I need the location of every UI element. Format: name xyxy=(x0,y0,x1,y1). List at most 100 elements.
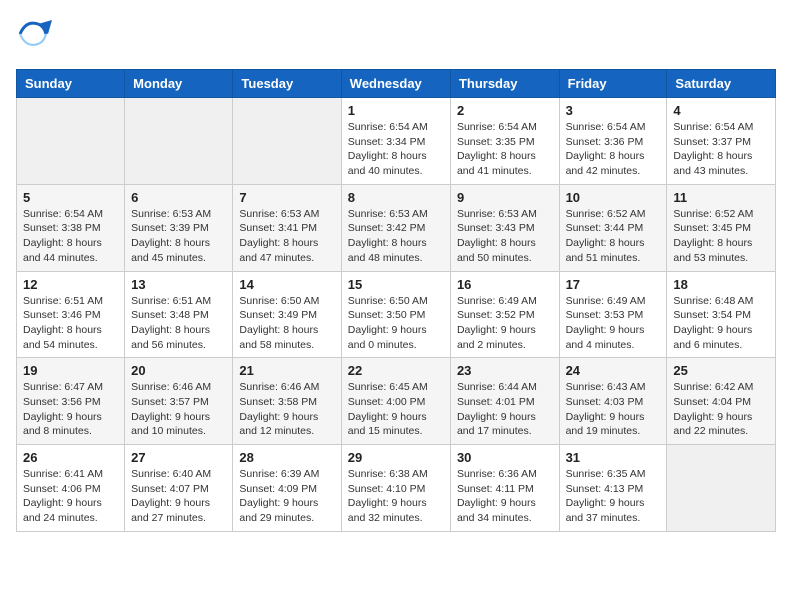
day-number: 10 xyxy=(566,190,661,205)
day-info: Sunrise: 6:54 AMSunset: 3:38 PMDaylight:… xyxy=(23,207,118,266)
day-number: 11 xyxy=(673,190,769,205)
calendar-cell: 21Sunrise: 6:46 AMSunset: 3:58 PMDayligh… xyxy=(233,358,341,445)
day-info: Sunrise: 6:54 AMSunset: 3:35 PMDaylight:… xyxy=(457,120,553,179)
calendar-cell: 28 Sunrise: 6:39 AMSunset: 4:09 PMDayligh… xyxy=(233,445,341,532)
calendar-week-row: 1 Sunrise: 6:54 AMSunset: 3:34 PMDaylight… xyxy=(17,98,776,185)
logo-icon xyxy=(16,16,56,57)
day-number: 15 xyxy=(348,277,444,292)
calendar-day-header: Saturday xyxy=(667,70,776,98)
day-info: Sunrise: 6:52 AMSunset: 3:44 PMDaylight:… xyxy=(566,207,661,266)
day-number: 8 xyxy=(348,190,444,205)
calendar-cell: 9Sunrise: 6:53 AMSunset: 3:43 PMDaylight… xyxy=(450,184,559,271)
calendar-cell: 13 Sunrise: 6:51 AMSunset: 3:48 PMDayligh… xyxy=(125,271,233,358)
day-info: Sunrise: 6:53 AMSunset: 3:43 PMDaylight:… xyxy=(457,207,553,266)
day-number: 30 xyxy=(457,450,553,465)
day-info: Sunrise: 6:49 AMSunset: 3:53 PMDaylight:… xyxy=(566,294,661,353)
day-number: 16 xyxy=(457,277,553,292)
calendar-cell xyxy=(125,98,233,185)
calendar-cell: 30 Sunrise: 6:36 AMSunset: 4:11 PMDayligh… xyxy=(450,445,559,532)
calendar-cell xyxy=(667,445,776,532)
calendar-cell: 18 Sunrise: 6:48 AMSunset: 3:54 PMDayligh… xyxy=(667,271,776,358)
day-info: Sunrise: 6:42 AMSunset: 4:04 PMDaylight:… xyxy=(673,380,769,439)
day-info: Sunrise: 6:50 AMSunset: 3:50 PMDaylight:… xyxy=(348,294,444,353)
day-info: Sunrise: 6:41 AMSunset: 4:06 PMDaylight:… xyxy=(23,467,118,526)
day-number: 19 xyxy=(23,363,118,378)
calendar-cell xyxy=(233,98,341,185)
day-number: 20 xyxy=(131,363,226,378)
calendar-day-header: Thursday xyxy=(450,70,559,98)
day-number: 5 xyxy=(23,190,118,205)
day-number: 22 xyxy=(348,363,444,378)
calendar-cell: 3 Sunrise: 6:54 AMSunset: 3:36 PMDaylight… xyxy=(559,98,667,185)
calendar-cell: 12Sunrise: 6:51 AMSunset: 3:46 PMDayligh… xyxy=(17,271,125,358)
day-info: Sunrise: 6:35 AMSunset: 4:13 PMDaylight:… xyxy=(566,467,661,526)
day-number: 13 xyxy=(131,277,226,292)
calendar-cell: 7Sunrise: 6:53 AMSunset: 3:41 PMDaylight… xyxy=(233,184,341,271)
day-info: Sunrise: 6:40 AMSunset: 4:07 PMDaylight:… xyxy=(131,467,226,526)
day-info: Sunrise: 6:49 AMSunset: 3:52 PMDaylight:… xyxy=(457,294,553,353)
logo xyxy=(16,16,60,57)
calendar-cell: 4Sunrise: 6:54 AMSunset: 3:37 PMDaylight… xyxy=(667,98,776,185)
calendar-cell: 17 Sunrise: 6:49 AMSunset: 3:53 PMDayligh… xyxy=(559,271,667,358)
day-number: 17 xyxy=(566,277,661,292)
day-info: Sunrise: 6:48 AMSunset: 3:54 PMDaylight:… xyxy=(673,294,769,353)
calendar-cell: 31 Sunrise: 6:35 AMSunset: 4:13 PMDayligh… xyxy=(559,445,667,532)
calendar-cell: 23Sunrise: 6:44 AMSunset: 4:01 PMDayligh… xyxy=(450,358,559,445)
calendar-cell xyxy=(17,98,125,185)
day-info: Sunrise: 6:54 AMSunset: 3:37 PMDaylight:… xyxy=(673,120,769,179)
day-info: Sunrise: 6:45 AMSunset: 4:00 PMDaylight:… xyxy=(348,380,444,439)
day-number: 18 xyxy=(673,277,769,292)
calendar-week-row: 19 Sunrise: 6:47 AMSunset: 3:56 PMDayligh… xyxy=(17,358,776,445)
day-number: 26 xyxy=(23,450,118,465)
day-info: Sunrise: 6:47 AMSunset: 3:56 PMDaylight:… xyxy=(23,380,118,439)
day-info: Sunrise: 6:36 AMSunset: 4:11 PMDaylight:… xyxy=(457,467,553,526)
calendar-day-header: Friday xyxy=(559,70,667,98)
day-info: Sunrise: 6:46 AMSunset: 3:58 PMDaylight:… xyxy=(239,380,334,439)
day-number: 24 xyxy=(566,363,661,378)
day-number: 27 xyxy=(131,450,226,465)
page-header xyxy=(16,16,776,57)
day-info: Sunrise: 6:44 AMSunset: 4:01 PMDaylight:… xyxy=(457,380,553,439)
calendar-cell: 25Sunrise: 6:42 AMSunset: 4:04 PMDayligh… xyxy=(667,358,776,445)
calendar-cell: 19 Sunrise: 6:47 AMSunset: 3:56 PMDayligh… xyxy=(17,358,125,445)
calendar-cell: 2 Sunrise: 6:54 AMSunset: 3:35 PMDaylight… xyxy=(450,98,559,185)
calendar-cell: 10 Sunrise: 6:52 AMSunset: 3:44 PMDayligh… xyxy=(559,184,667,271)
day-number: 14 xyxy=(239,277,334,292)
day-info: Sunrise: 6:38 AMSunset: 4:10 PMDaylight:… xyxy=(348,467,444,526)
day-info: Sunrise: 6:46 AMSunset: 3:57 PMDaylight:… xyxy=(131,380,226,439)
day-number: 31 xyxy=(566,450,661,465)
calendar-week-row: 26 Sunrise: 6:41 AMSunset: 4:06 PMDayligh… xyxy=(17,445,776,532)
calendar-week-row: 5 Sunrise: 6:54 AMSunset: 3:38 PMDaylight… xyxy=(17,184,776,271)
calendar-day-header: Tuesday xyxy=(233,70,341,98)
calendar-cell: 14 Sunrise: 6:50 AMSunset: 3:49 PMDayligh… xyxy=(233,271,341,358)
calendar-day-header: Wednesday xyxy=(341,70,450,98)
calendar-day-header: Sunday xyxy=(17,70,125,98)
day-info: Sunrise: 6:39 AMSunset: 4:09 PMDaylight:… xyxy=(239,467,334,526)
calendar-header-row: SundayMondayTuesdayWednesdayThursdayFrid… xyxy=(17,70,776,98)
calendar-cell: 27 Sunrise: 6:40 AMSunset: 4:07 PMDayligh… xyxy=(125,445,233,532)
calendar-table: SundayMondayTuesdayWednesdayThursdayFrid… xyxy=(16,69,776,532)
day-number: 1 xyxy=(348,103,444,118)
calendar-cell: 20 Sunrise: 6:46 AMSunset: 3:57 PMDayligh… xyxy=(125,358,233,445)
day-number: 6 xyxy=(131,190,226,205)
day-number: 2 xyxy=(457,103,553,118)
day-number: 3 xyxy=(566,103,661,118)
day-number: 29 xyxy=(348,450,444,465)
calendar-cell: 16 Sunrise: 6:49 AMSunset: 3:52 PMDayligh… xyxy=(450,271,559,358)
day-info: Sunrise: 6:50 AMSunset: 3:49 PMDaylight:… xyxy=(239,294,334,353)
day-info: Sunrise: 6:53 AMSunset: 3:39 PMDaylight:… xyxy=(131,207,226,266)
day-info: Sunrise: 6:51 AMSunset: 3:48 PMDaylight:… xyxy=(131,294,226,353)
day-info: Sunrise: 6:43 AMSunset: 4:03 PMDaylight:… xyxy=(566,380,661,439)
day-info: Sunrise: 6:54 AMSunset: 3:34 PMDaylight:… xyxy=(348,120,444,179)
day-number: 7 xyxy=(239,190,334,205)
day-number: 28 xyxy=(239,450,334,465)
calendar-week-row: 12Sunrise: 6:51 AMSunset: 3:46 PMDayligh… xyxy=(17,271,776,358)
day-info: Sunrise: 6:52 AMSunset: 3:45 PMDaylight:… xyxy=(673,207,769,266)
day-number: 12 xyxy=(23,277,118,292)
calendar-cell: 15 Sunrise: 6:50 AMSunset: 3:50 PMDayligh… xyxy=(341,271,450,358)
day-info: Sunrise: 6:53 AMSunset: 3:42 PMDaylight:… xyxy=(348,207,444,266)
day-info: Sunrise: 6:54 AMSunset: 3:36 PMDaylight:… xyxy=(566,120,661,179)
calendar-cell: 22 Sunrise: 6:45 AMSunset: 4:00 PMDayligh… xyxy=(341,358,450,445)
calendar-cell: 26 Sunrise: 6:41 AMSunset: 4:06 PMDayligh… xyxy=(17,445,125,532)
calendar-cell: 8 Sunrise: 6:53 AMSunset: 3:42 PMDaylight… xyxy=(341,184,450,271)
